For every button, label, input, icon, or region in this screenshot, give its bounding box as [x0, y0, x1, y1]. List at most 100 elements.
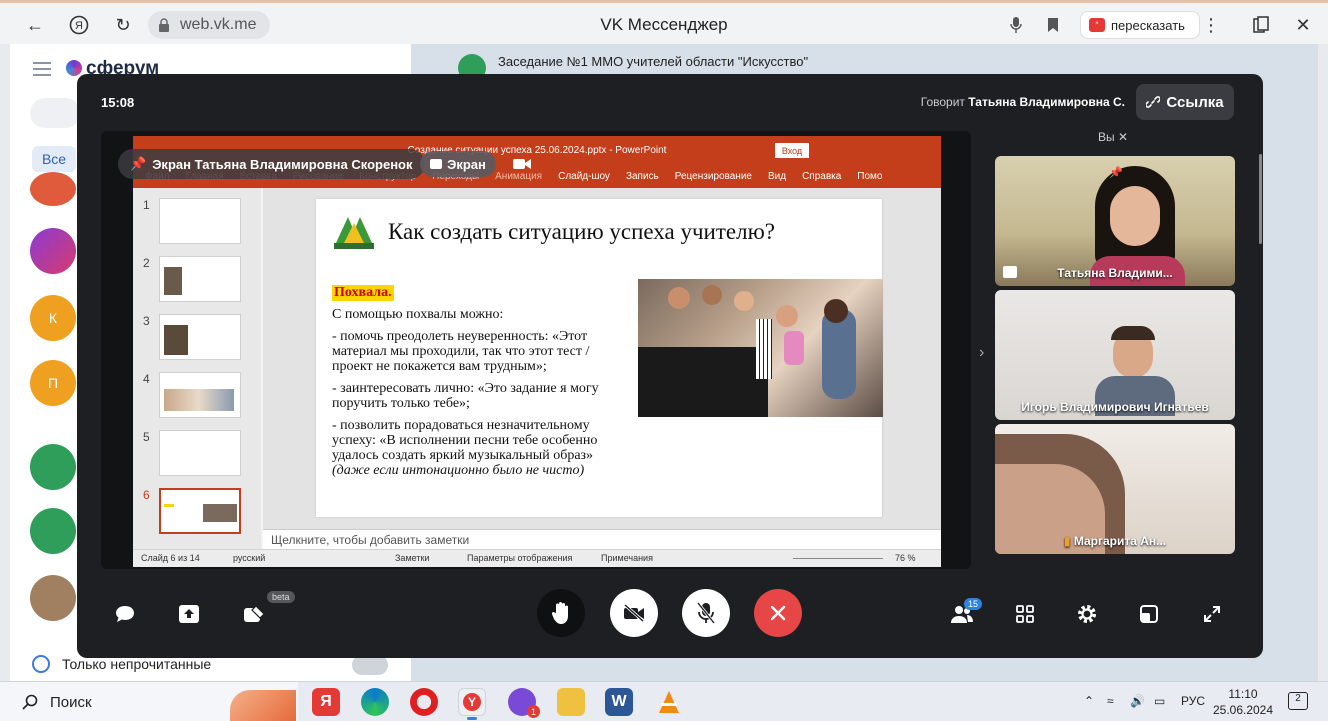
- language-status: русский: [233, 553, 266, 563]
- yandex-browser-app[interactable]: Я: [312, 688, 340, 716]
- beta-badge: beta: [267, 591, 295, 603]
- screen-tab-chip[interactable]: Экран: [420, 151, 496, 177]
- microphone-icon[interactable]: [1003, 12, 1029, 38]
- end-call-button[interactable]: [754, 589, 802, 637]
- fullscreen-button[interactable]: [1197, 599, 1227, 629]
- slide-counter: Слайд 6 из 14: [141, 553, 200, 563]
- ribbon-tab[interactable]: Помо: [857, 171, 882, 182]
- slide-thumbnail[interactable]: [159, 256, 241, 302]
- more-vertical-icon[interactable]: ⋮: [1198, 12, 1224, 38]
- ribbon-tab[interactable]: Рецензирование: [675, 171, 752, 182]
- settings-button[interactable]: [1072, 599, 1102, 629]
- filter-all-tab[interactable]: Все: [32, 146, 76, 172]
- ribbon-tab[interactable]: Слайд-шоу: [558, 171, 610, 182]
- edge-app[interactable]: [361, 688, 389, 716]
- search-icon: [22, 694, 38, 710]
- effects-icon: [244, 605, 265, 622]
- chat-avatar[interactable]: [30, 575, 76, 621]
- vlc-app[interactable]: [655, 688, 683, 716]
- chevron-right-icon[interactable]: ›: [979, 344, 984, 362]
- slide-thumbnail[interactable]: [159, 198, 241, 244]
- chat-avatar[interactable]: [30, 172, 76, 206]
- chat-avatar[interactable]: [30, 228, 76, 274]
- display-settings[interactable]: Параметры отображения: [467, 553, 572, 563]
- slide-paragraph: - позволить порадоваться незначительному…: [332, 418, 598, 463]
- language-indicator[interactable]: РУС: [1181, 694, 1205, 708]
- unread-icon: [32, 655, 50, 673]
- effects-button[interactable]: [239, 599, 269, 629]
- menu-icon[interactable]: [33, 62, 51, 76]
- grid-layout-button[interactable]: [1010, 599, 1040, 629]
- slide-thumbnail[interactable]: [159, 430, 241, 476]
- ribbon-tab[interactable]: Справка: [802, 171, 841, 182]
- participant-tile[interactable]: ▮ Маргарита Ан...: [995, 424, 1235, 554]
- picture-in-picture-icon: [1140, 605, 1158, 623]
- slide-canvas[interactable]: Как создать ситуацию успеха учителю? Пох…: [316, 199, 883, 517]
- success-logo-icon: [334, 217, 374, 249]
- word-app[interactable]: W: [605, 688, 633, 716]
- slide-thumbnail-selected[interactable]: [159, 488, 241, 534]
- taskbar-clock[interactable]: 11:10 25.06.2024: [1212, 686, 1274, 718]
- notes-pane[interactable]: Щелкните, чтобы добавить заметки: [263, 529, 941, 549]
- viber-app[interactable]: 1: [508, 688, 540, 718]
- slide-thumbnail[interactable]: [159, 314, 241, 360]
- yandex-app-active[interactable]: Y: [458, 688, 486, 720]
- wifi-icon[interactable]: ≈: [1107, 694, 1114, 708]
- chat-avatar[interactable]: [30, 444, 76, 490]
- opera-app[interactable]: [410, 688, 438, 716]
- participant-tile[interactable]: Игорь Владимирович Игнатьев: [995, 290, 1235, 420]
- participant-name: Игорь Владимирович Игнатьев: [1021, 400, 1209, 414]
- taskbar-search[interactable]: Поиск: [0, 682, 298, 721]
- unread-toggle[interactable]: [352, 655, 388, 675]
- ribbon-tab[interactable]: Запись: [626, 171, 659, 182]
- chevron-up-icon[interactable]: ⌃: [1084, 694, 1094, 708]
- powerpoint-window: Создание ситуации успеха 25.06.2024.pptx…: [133, 136, 941, 567]
- thumb-number: 3: [143, 314, 150, 328]
- participants-scrollbar[interactable]: [1259, 154, 1262, 244]
- praise-heading: Похвала.: [332, 285, 394, 301]
- slide-body-text: С помощью похвалы можно: - помочь преодо…: [332, 307, 632, 485]
- slide-title: Как создать ситуацию успеха учителю?: [388, 219, 775, 244]
- chat-avatar[interactable]: [30, 508, 76, 554]
- video-call-window: 15:08 Говорит Татьяна Владимировна С. Сс…: [77, 74, 1263, 658]
- file-explorer-app[interactable]: [557, 688, 585, 716]
- chat-avatar[interactable]: П: [30, 360, 76, 406]
- retell-button[interactable]: “ пересказать: [1080, 11, 1200, 39]
- volume-icon[interactable]: 🔊: [1130, 694, 1145, 708]
- comments-toggle[interactable]: Примечания: [601, 553, 653, 563]
- screen-share-icon: [430, 159, 443, 169]
- ribbon-tab[interactable]: Вид: [768, 171, 786, 182]
- slide-paragraph: - заинтересовать лично: «Это задание я м…: [332, 381, 599, 411]
- expand-icon: [1204, 606, 1220, 622]
- camera-toggle-button[interactable]: [610, 589, 658, 637]
- screen-owner-chip[interactable]: 📌 Экран Татьяна Владимировна Скоренок: [118, 149, 425, 179]
- raise-hand-button[interactable]: [537, 589, 585, 637]
- participant-tile[interactable]: 📌 Татьяна Владими...: [995, 156, 1235, 286]
- camera-icon[interactable]: [512, 155, 532, 173]
- chat-avatar[interactable]: К: [30, 295, 76, 341]
- zoom-slider[interactable]: [793, 558, 883, 559]
- ppt-login-button[interactable]: Вход: [775, 143, 809, 158]
- call-link-button[interactable]: Ссылка: [1136, 84, 1234, 120]
- chat-bubble-icon: [116, 606, 134, 622]
- notifications-icon[interactable]: 2: [1288, 692, 1308, 710]
- share-screen-button[interactable]: [174, 599, 204, 629]
- windows-taskbar: Поиск Я Y 1 W ⌃ ≈ 🔊 ▭ РУС 11:10 25.06.20…: [0, 681, 1328, 721]
- thumb-number: 6: [143, 488, 150, 502]
- close-tab-icon[interactable]: ✕: [1290, 12, 1316, 38]
- grid-icon: [1016, 605, 1034, 623]
- minimize-window-button[interactable]: [1134, 599, 1164, 629]
- bookmark-icon[interactable]: [1040, 12, 1066, 38]
- participant-name: ▮ Маргарита Ан...: [1063, 534, 1167, 548]
- slide-thumbnails: 1 2 3 4 5 6: [133, 188, 261, 549]
- battery-icon[interactable]: ▭: [1154, 694, 1165, 708]
- vk-search-input[interactable]: [30, 98, 80, 128]
- notes-toggle[interactable]: Заметки: [395, 553, 429, 563]
- microphone-toggle-button[interactable]: [682, 589, 730, 637]
- slide-thumbnail[interactable]: [159, 372, 241, 418]
- collections-icon[interactable]: [1248, 12, 1274, 38]
- self-label: Вы ✕: [1098, 130, 1129, 144]
- chat-button[interactable]: [110, 599, 140, 629]
- chat-title: Заседание №1 ММО учителей области "Искус…: [498, 54, 809, 69]
- mic-off-icon: ✕: [1117, 130, 1129, 144]
